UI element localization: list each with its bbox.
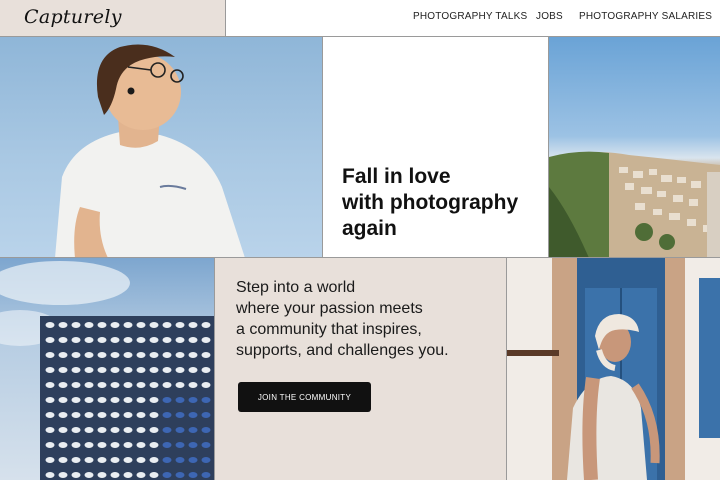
photo-building-facade [0, 258, 215, 480]
nav-link-photography-talks[interactable]: PHOTOGRAPHY TALKS [413, 11, 527, 22]
brand-logo[interactable]: Capturely [24, 6, 122, 28]
photo-building-facade-illustration [0, 261, 214, 480]
join-community-button[interactable]: JOIN THE COMMUNITY [238, 382, 371, 412]
tagline-line: where your passion meets [236, 300, 423, 317]
photo-man-with-glasses [0, 37, 323, 258]
top-nav-bar: Capturely PHOTOGRAPHY TALKS JOBS PHOTOGR… [0, 0, 720, 37]
photo-man-by-blue-door [507, 258, 720, 480]
photo-man-by-blue-door-illustration [507, 258, 720, 480]
tagline-line: Step into a world [236, 279, 356, 296]
photo-hillside-town-illustration [549, 151, 720, 257]
headline-line: again [342, 217, 397, 240]
nav-link-jobs[interactable]: JOBS [536, 11, 563, 22]
hero-headline: Fall in love with photography again [342, 164, 518, 242]
tagline-line: supports, and challenges you. [236, 342, 449, 359]
logo-container: Capturely [0, 0, 226, 36]
headline-line: with photography [342, 191, 519, 214]
photo-hillside-town [549, 37, 720, 258]
community-panel: Step into a world where your passion mee… [215, 258, 507, 480]
community-tagline: Step into a world where your passion mee… [236, 277, 449, 361]
headline-line: Fall in love [342, 165, 451, 188]
headline-panel: Fall in love with photography again [323, 37, 549, 258]
photo-man-with-glasses-illustration [55, 44, 245, 257]
nav-link-photography-salaries[interactable]: PHOTOGRAPHY SALARIES [579, 11, 712, 22]
tagline-line: a community that inspires, [236, 321, 422, 338]
